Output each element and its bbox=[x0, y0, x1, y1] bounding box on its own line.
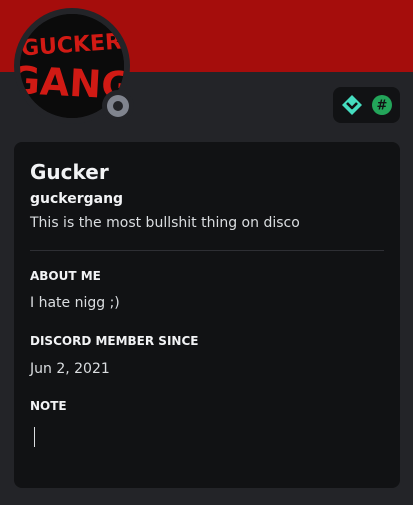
custom-status: This is the most bullshit thing on disco bbox=[30, 215, 300, 231]
avatar-container[interactable]: GUCKER GANG bbox=[14, 8, 134, 124]
text-caret bbox=[34, 427, 35, 447]
username: guckergang bbox=[30, 191, 124, 207]
member-since-heading: DISCORD MEMBER SINCE bbox=[30, 334, 199, 348]
hypesquad-balance-icon[interactable] bbox=[341, 94, 363, 116]
svg-text:#: # bbox=[376, 99, 387, 114]
note-input[interactable] bbox=[30, 424, 384, 450]
status-indicator bbox=[102, 90, 134, 122]
profile-card: Gucker guckergang This is the most bulls… bbox=[14, 142, 400, 488]
about-me-text: I hate nigg ;) bbox=[30, 295, 120, 311]
originally-known-as-hash-icon[interactable]: # bbox=[371, 94, 393, 116]
display-name: Gucker bbox=[30, 160, 109, 184]
badge-list: # bbox=[333, 87, 400, 123]
member-since-date: Jun 2, 2021 bbox=[30, 361, 110, 377]
about-me-heading: ABOUT ME bbox=[30, 269, 101, 283]
divider bbox=[30, 250, 384, 251]
note-heading: NOTE bbox=[30, 399, 67, 413]
offline-status-icon bbox=[107, 95, 129, 117]
